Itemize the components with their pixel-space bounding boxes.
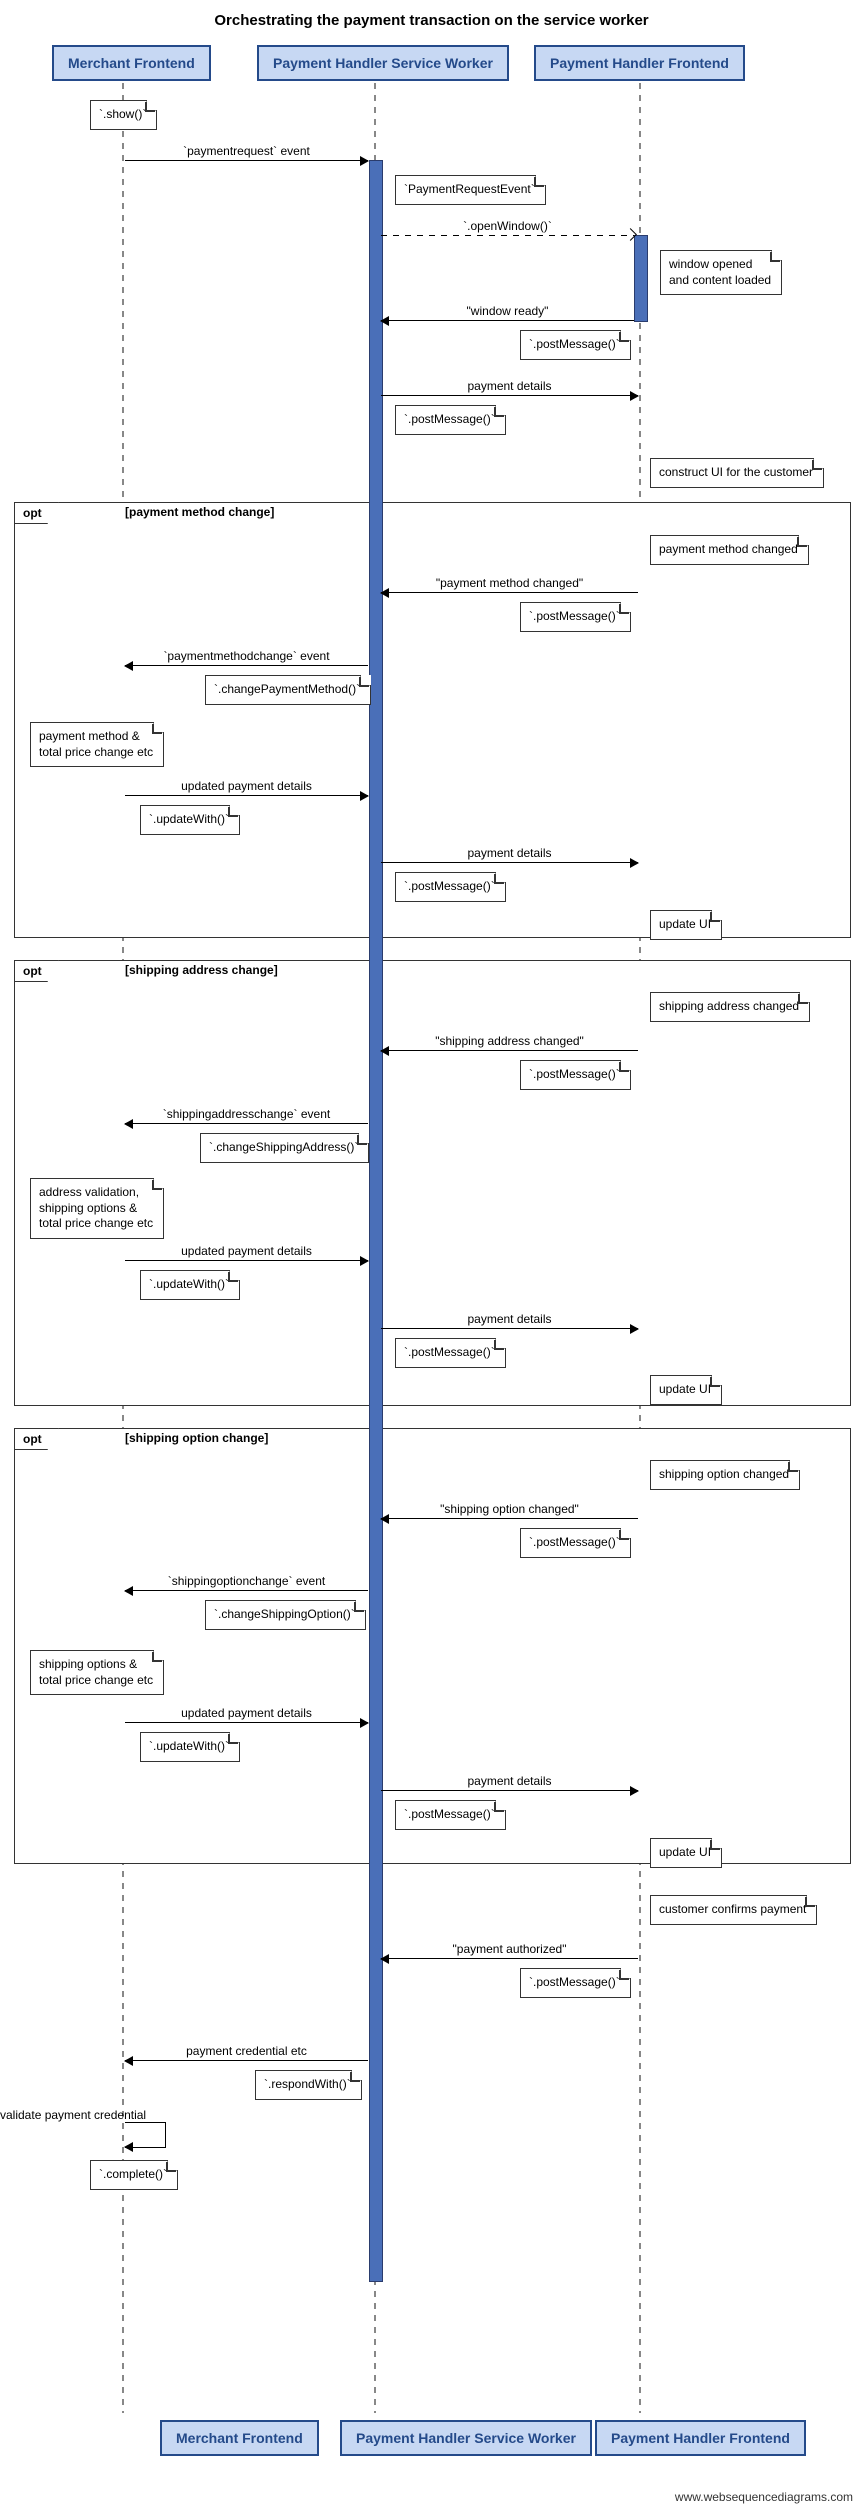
msg-label: "shipping option changed" [381,1502,638,1516]
msg-label: payment details [381,1774,638,1788]
msg-label: "payment authorized" [381,1942,638,1956]
note-pm-changed: payment method changed [650,535,809,565]
msg-sa-updated: updated payment details [125,1260,368,1261]
note-pre: `PaymentRequestEvent` [395,175,546,205]
participant-frontend-top: Payment Handler Frontend [534,45,745,81]
note-post6: `.postMessage()` [395,1338,506,1368]
diagram-title: Orchestrating the payment transaction on… [0,12,863,29]
note-so-total: shipping options &total price change etc [30,1650,164,1695]
msg-label: `shippingaddresschange` event [125,1107,368,1121]
opt-condition-pm: [payment method change] [125,505,274,519]
note-post7: `.postMessage()` [520,1528,631,1558]
msg-so-updated: updated payment details [125,1722,368,1723]
selfloop-validate [125,2122,166,2148]
note-update-ui1: update UI [650,910,722,940]
note-update-ui3: update UI [650,1838,722,1868]
note-window-opened: window openedand content loaded [660,250,782,295]
note-update-ui2: update UI [650,1375,722,1405]
msg-authorized: "payment authorized" [381,1958,638,1959]
note-change-so: `.changeShippingOption()` [205,1600,366,1630]
msg-sa-details: payment details [381,1328,638,1329]
msg-label: payment details [381,846,638,860]
note-so-changed: shipping option changed [650,1460,800,1490]
msg-label: payment credential etc [125,2044,368,2058]
msg-so-event: `shippingoptionchange` event [125,1590,368,1591]
participant-sw-top: Payment Handler Service Worker [257,45,509,81]
msg-label: updated payment details [125,1706,368,1720]
note-update3: `.updateWith()` [140,1732,240,1762]
note-complete: `.complete()` [90,2160,178,2190]
opt-frame-so: opt [shipping option change] [14,1428,851,1864]
note-addr-valid: address validation,shipping options &tot… [30,1178,164,1239]
note-sa-changed: shipping address changed [650,992,810,1022]
participant-merchant-top: Merchant Frontend [52,45,211,81]
msg-pm-changed: "payment method changed" [381,592,638,593]
participant-frontend-bottom: Payment Handler Frontend [595,2420,806,2456]
note-post1: `.postMessage()` [520,330,631,360]
msg-label: "payment method changed" [381,576,638,590]
msg-label: payment details [381,1312,638,1326]
note-update1: `.updateWith()` [140,805,240,835]
note-show: `.show()` [90,100,157,130]
note-post4: `.postMessage()` [395,872,506,902]
msg-sa-changed: "shipping address changed" [381,1050,638,1051]
note-pm-total: payment method &total price change etc [30,722,164,767]
msg-sa-event: `shippingaddresschange` event [125,1123,368,1124]
msg-label: `paymentmethodchange` event [125,649,368,663]
note-confirm: customer confirms payment [650,1895,817,1925]
note-post8: `.postMessage()` [395,1800,506,1830]
msg-payment-details-1: payment details [381,395,638,396]
note-post5: `.postMessage()` [520,1060,631,1090]
msg-window-ready: "window ready" [381,320,634,321]
msg-label: updated payment details [125,779,368,793]
msg-label: "window ready" [381,304,634,318]
note-change-pm: `.changePaymentMethod()` [205,675,371,705]
msg-credential: payment credential etc [125,2060,368,2061]
msg-openwindow: `.openWindow()` [381,235,634,236]
opt-condition-so: [shipping option change] [125,1431,268,1445]
msg-so-changed: "shipping option changed" [381,1518,638,1519]
opt-label: opt [14,1428,59,1450]
note-change-sa: `.changeShippingAddress()` [200,1133,369,1163]
note-update2: `.updateWith()` [140,1270,240,1300]
note-post9: `.postMessage()` [520,1968,631,1998]
attribution: www.websequencediagrams.com [675,2490,853,2504]
msg-label: `.openWindow()` [381,219,634,233]
sequence-diagram: Orchestrating the payment transaction on… [0,0,863,2519]
msg-label: `shippingoptionchange` event [125,1574,368,1588]
msg-label: "shipping address changed" [381,1034,638,1048]
note-respond: `.respondWith()` [255,2070,362,2100]
msg-paymentrequest: `paymentrequest` event [125,160,368,161]
label-validate: validate payment credential [0,2108,146,2122]
activation-frontend-open [634,235,648,322]
msg-label: payment details [381,379,638,393]
participant-sw-bottom: Payment Handler Service Worker [340,2420,592,2456]
msg-label: updated payment details [125,1244,368,1258]
msg-pm-event: `paymentmethodchange` event [125,665,368,666]
msg-pm-updated: updated payment details [125,795,368,796]
note-post2: `.postMessage()` [395,405,506,435]
note-post3: `.postMessage()` [520,602,631,632]
opt-condition-sa: [shipping address change] [125,963,278,977]
opt-label: opt [14,502,59,524]
opt-label: opt [14,960,59,982]
note-construct-ui: construct UI for the customer [650,458,824,488]
msg-so-details: payment details [381,1790,638,1791]
participant-merchant-bottom: Merchant Frontend [160,2420,319,2456]
msg-label: `paymentrequest` event [125,144,368,158]
msg-pm-details: payment details [381,862,638,863]
